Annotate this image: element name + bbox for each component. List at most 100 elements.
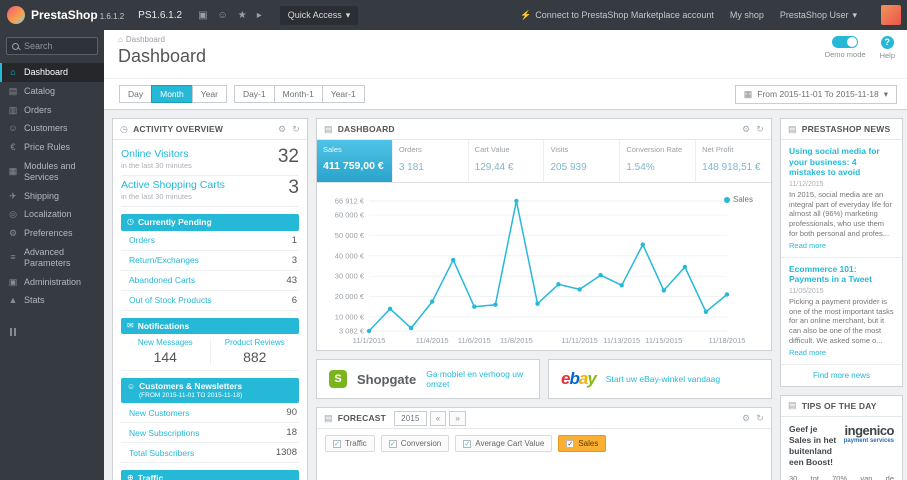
kpi-cart-value[interactable]: Cart Value 129,44 €: [469, 140, 545, 182]
news-article: Ecommerce 101: Payments in a Tweet 11/05…: [781, 258, 902, 365]
new-customers-row[interactable]: New Customers 90: [121, 403, 299, 423]
read-more-link[interactable]: Read more: [789, 241, 826, 250]
shopgate-promo-card[interactable]: S Shopgate Ga mobiel en verhoog uw omzet: [316, 359, 540, 399]
forecast-avg-cart-toggle[interactable]: ✓ Average Cart Value: [455, 435, 553, 452]
svg-text:11/8/2015: 11/8/2015: [500, 336, 533, 345]
kpi-net-profit[interactable]: Net Profit 148 918,51 €: [696, 140, 771, 182]
sidebar-item-localization[interactable]: ◎ Localization: [0, 205, 104, 224]
pending-row-out-of-stock[interactable]: Out of Stock Products 6: [121, 291, 299, 311]
demo-mode-toggle[interactable]: [832, 36, 859, 48]
sidebar-item-orders[interactable]: ▥ Orders: [0, 101, 104, 120]
kpi-sales[interactable]: Sales 411 759,00 €: [317, 140, 393, 182]
sidebar-item-advanced-parameters[interactable]: ≡ Advanced Parameters: [0, 243, 104, 273]
notifications-grid: New Messages 144 Product Reviews 882: [121, 334, 300, 372]
pending-row-returns[interactable]: Return/Exchanges 3: [121, 251, 299, 271]
catalog-icon: ▤: [8, 85, 18, 96]
quick-access-dropdown[interactable]: Quick Access ▾: [279, 5, 359, 25]
kpi-visits[interactable]: Visits 205 939: [544, 140, 621, 182]
kpi-conversion-rate[interactable]: Conversion Rate 1.54%: [620, 140, 697, 182]
marketplace-connect-link[interactable]: ⚡ Connect to PrestaShop Marketplace acco…: [520, 10, 714, 21]
kpi-value: 3 181: [398, 162, 424, 173]
svg-text:11/6/2015: 11/6/2015: [458, 336, 491, 345]
customer-icon[interactable]: ☺: [218, 10, 228, 21]
prestashop-admin: PrestaShop 1.6.1.2 PS1.6.1.2 ▣ ☺ ★ ▸ Quic…: [0, 0, 907, 480]
sidebar-item-dashboard[interactable]: ⌂ Dashboard: [0, 63, 104, 82]
refresh-icon[interactable]: ↻: [756, 124, 764, 135]
shop-name[interactable]: PS1.6.1.2: [138, 10, 182, 21]
promo-row: S Shopgate Ga mobiel en verhoog uw omzet…: [316, 359, 772, 399]
shop-icon[interactable]: ▣: [198, 10, 207, 21]
filter-month-1-button[interactable]: Month-1: [273, 85, 323, 103]
forecast-conversion-toggle[interactable]: ✓ Conversion: [380, 435, 450, 452]
next-year-button[interactable]: »: [449, 410, 466, 426]
notifications-title: Notifications: [137, 320, 190, 331]
sidebar-item-stats[interactable]: ▲ Stats: [0, 291, 104, 310]
sidebar-item-catalog[interactable]: ▤ Catalog: [0, 82, 104, 101]
sidebar-collapse-icon[interactable]: [10, 328, 104, 337]
user-menu[interactable]: PrestaShop User ▾: [780, 10, 857, 21]
sidebar-item-modules[interactable]: ▦ Modules and Services: [0, 157, 104, 187]
find-more-news-link[interactable]: Find more news: [781, 365, 902, 386]
news-date: 11/05/2015: [789, 287, 824, 295]
filter-day-1-button[interactable]: Day-1: [233, 85, 275, 103]
forecast-traffic-toggle[interactable]: ✓ Traffic: [325, 435, 375, 452]
sidebar-search[interactable]: [6, 37, 98, 55]
previous-year-button[interactable]: «: [429, 410, 447, 426]
sidebar-item-customers[interactable]: ☺ Customers: [0, 119, 104, 138]
trophy-icon[interactable]: ★: [238, 10, 247, 21]
customers-newsletters-header: ☺ Customers & Newsletters (FROM 2015-11-…: [121, 378, 299, 403]
topbar-icons: ▣ ☺ ★ ▸: [198, 10, 262, 21]
filter-year-1-button[interactable]: Year-1: [321, 85, 365, 103]
help-icon[interactable]: ?: [880, 36, 894, 49]
online-visitors-label[interactable]: Online Visitors: [121, 148, 299, 160]
prestashop-logo-icon: [7, 6, 25, 24]
news-panel-title: PRESTASHOP NEWS: [801, 124, 891, 134]
traffic-header: ⊕ Traffic (FROM 2015-11-01 TO 2015-11-18…: [121, 470, 299, 480]
legend-label: Sales: [732, 195, 753, 204]
active-carts-stat: Active Shopping Carts in the last 30 min…: [121, 176, 299, 207]
refresh-icon[interactable]: ↻: [292, 124, 300, 135]
rocket-icon[interactable]: ▸: [257, 10, 262, 21]
pending-label: Return/Exchanges: [129, 255, 199, 266]
refresh-icon[interactable]: ↻: [756, 413, 764, 424]
sidebar-item-price-rules[interactable]: € Price Rules: [0, 138, 104, 157]
news-headline[interactable]: Using social media for your business: 4 …: [789, 146, 894, 178]
product-reviews-cell[interactable]: Product Reviews 882: [209, 338, 300, 366]
calendar-icon: ▦: [743, 88, 753, 99]
forecast-year-select[interactable]: 2015: [394, 410, 427, 426]
filter-month-button[interactable]: Month: [151, 85, 193, 103]
gear-icon[interactable]: ⚙: [742, 413, 750, 424]
ebay-promo-card[interactable]: ebay Start uw eBay-winkel vandaag: [548, 359, 772, 399]
date-range-picker[interactable]: ▦ From 2015-11-01 To 2015-11-18 ▾: [734, 84, 897, 104]
my-shop-link[interactable]: My shop: [730, 10, 764, 20]
gear-icon[interactable]: ⚙: [278, 124, 286, 135]
active-carts-label[interactable]: Active Shopping Carts: [121, 179, 299, 191]
kpi-orders[interactable]: Orders 3 181: [393, 140, 469, 182]
read-more-link[interactable]: Read more: [789, 348, 826, 357]
sidebar-item-label: Catalog: [24, 85, 56, 96]
pending-row-abandoned-carts[interactable]: Abandoned Carts 43: [121, 271, 299, 291]
forecast-avg-cart-label: Average Cart Value: [475, 439, 545, 448]
sidebar-item-preferences[interactable]: ⚙ Preferences: [0, 224, 104, 243]
new-messages-cell[interactable]: New Messages 144: [121, 338, 210, 365]
dashboard-icon: ⌂: [10, 67, 16, 77]
pending-row-orders[interactable]: Orders 1: [121, 231, 299, 251]
customers-range: (FROM 2015-11-01 TO 2015-11-18): [139, 391, 243, 399]
sidebar-item-administration[interactable]: ▣ Administration: [0, 273, 104, 292]
total-subscribers-row[interactable]: Total Subscribers 1308: [121, 443, 299, 463]
user-avatar[interactable]: [881, 5, 901, 25]
forecast-sales-label: Sales: [578, 439, 599, 448]
brand-version: 1.6.1.2: [99, 12, 125, 21]
filter-day-button[interactable]: Day: [119, 85, 153, 103]
filter-year-button[interactable]: Year: [191, 85, 227, 103]
sidebar-item-shipping[interactable]: ✈ Shipping: [0, 187, 104, 206]
search-input[interactable]: [24, 41, 94, 51]
gear-icon[interactable]: ⚙: [742, 124, 750, 135]
user-name: PrestaShop User: [779, 10, 849, 20]
ingenico-logo: ingenico payment services: [844, 424, 895, 444]
shopgate-promo-link[interactable]: Ga mobiel en verhoog uw omzet: [426, 369, 527, 389]
new-subscriptions-row[interactable]: New Subscriptions 18: [121, 423, 299, 443]
ebay-promo-link[interactable]: Start uw eBay-winkel vandaag: [606, 374, 720, 384]
forecast-sales-toggle[interactable]: ✓ Sales: [558, 435, 607, 452]
news-headline[interactable]: Ecommerce 101: Payments in a Tweet: [789, 264, 894, 285]
